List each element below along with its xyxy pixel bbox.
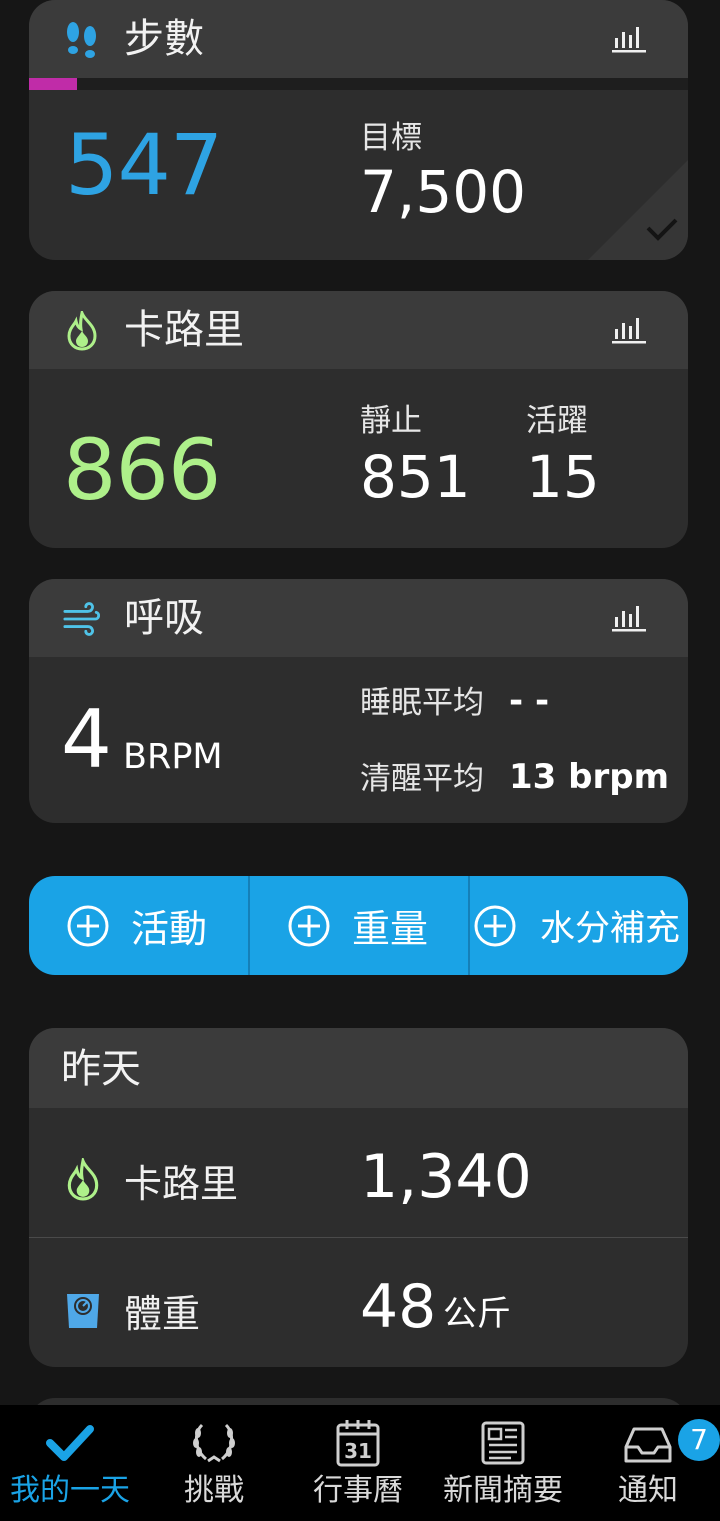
steps-goal-label: 目標 (360, 120, 422, 156)
wind-icon (63, 602, 101, 636)
nav-calendar-label: 行事曆 (313, 1473, 403, 1508)
nav-newsfeed-label: 新聞摘要 (443, 1473, 563, 1508)
respiration-value: 4 (61, 693, 112, 786)
awake-average-value: 13 brpm (509, 757, 670, 797)
yesterday-weight-value: 48 (360, 1272, 437, 1342)
notification-badge: 7 (678, 1419, 720, 1461)
yesterday-calories-row[interactable]: 卡路里 1,340 (29, 1108, 688, 1237)
yesterday-calories-label: 卡路里 (124, 1162, 239, 1206)
yesterday-calories-value: 1,340 (360, 1142, 532, 1212)
calories-card-header: 卡路里 (29, 291, 688, 369)
steps-progress-bar (29, 78, 688, 90)
steps-card-header: 步數 (29, 0, 688, 78)
yesterday-card[interactable]: 昨天 卡路里 1,340 體重 48 公斤 (29, 1028, 688, 1367)
add-activity-button[interactable]: 活動 (29, 876, 248, 975)
calendar-day: 31 (344, 1439, 372, 1463)
add-activity-label: 活動 (131, 907, 208, 951)
footprints-icon (67, 22, 96, 58)
add-hydration-button[interactable]: 水分補充 (470, 876, 688, 975)
nav-challenges-label: 挑戰 (184, 1473, 244, 1508)
resting-calories-value: 851 (360, 443, 471, 511)
steps-goal-value: 7,500 (360, 158, 527, 226)
checkmark-icon (46, 1425, 94, 1461)
scale-icon (67, 1294, 99, 1328)
steps-title: 步數 (124, 16, 204, 62)
resting-calories-label: 靜止 (360, 403, 422, 439)
flame-icon (67, 311, 97, 351)
calories-value: 866 (63, 421, 221, 519)
quick-add-bar: 活動 重量 水分補充 (29, 876, 688, 975)
active-calories-label: 活躍 (526, 403, 588, 439)
add-hydration-label: 水分補充 (540, 909, 681, 949)
calories-title: 卡路里 (124, 307, 244, 353)
nav-notifications-label: 通知 (618, 1473, 678, 1508)
yesterday-title: 昨天 (61, 1046, 141, 1092)
bar-chart-icon[interactable] (612, 603, 648, 633)
yesterday-card-header: 昨天 (29, 1028, 688, 1108)
add-weight-label: 重量 (352, 907, 429, 951)
awake-average-label: 清醒平均 (360, 761, 484, 797)
flame-icon (67, 1158, 99, 1201)
respiration-card[interactable]: 呼吸 4 BRPM 睡眠平均 - - 清醒平均 13 brpm (29, 579, 688, 823)
steps-progress-fill (29, 78, 78, 90)
plus-circle-icon (288, 905, 330, 946)
steps-card[interactable]: 步數 547 目標 7,500 (29, 0, 688, 260)
newsfeed-icon (481, 1421, 525, 1465)
yesterday-weight-label: 體重 (124, 1292, 201, 1336)
plus-circle-icon (474, 905, 516, 946)
goal-checkmark-icon (588, 160, 688, 260)
my-day-screen: 步數 547 目標 7,500 卡路里 866 靜止 851 活躍 15 呼吸 … (0, 0, 720, 1521)
nav-calendar[interactable]: 31 行事曆 (292, 1405, 424, 1521)
bar-chart-icon[interactable] (612, 24, 648, 54)
bottom-navigation: 我的一天 挑戰 31 行事曆 新聞摘要 7 通知 (0, 1405, 720, 1521)
yesterday-weight-unit: 公斤 (443, 1294, 511, 1334)
plus-circle-icon (67, 905, 109, 946)
active-calories-value: 15 (526, 443, 600, 511)
steps-value: 547 (65, 116, 223, 214)
sleep-average-label: 睡眠平均 (360, 685, 484, 721)
laurel-icon (193, 1423, 235, 1463)
calories-card[interactable]: 卡路里 866 靜止 851 活躍 15 (29, 291, 688, 548)
yesterday-weight-row[interactable]: 體重 48 公斤 (29, 1238, 688, 1367)
respiration-title: 呼吸 (124, 595, 204, 641)
nav-newsfeed[interactable]: 新聞摘要 (432, 1405, 574, 1521)
inbox-icon (624, 1427, 672, 1463)
sleep-average-value: - - (509, 681, 550, 721)
respiration-card-header: 呼吸 (29, 579, 688, 657)
respiration-unit: BRPM (123, 737, 223, 777)
add-weight-button[interactable]: 重量 (250, 876, 468, 975)
nav-challenges[interactable]: 挑戰 (146, 1405, 282, 1521)
nav-my-day-label: 我的一天 (10, 1473, 130, 1508)
nav-notifications[interactable]: 7 通知 (590, 1405, 720, 1521)
bar-chart-icon[interactable] (612, 315, 648, 345)
nav-my-day[interactable]: 我的一天 (0, 1405, 140, 1521)
